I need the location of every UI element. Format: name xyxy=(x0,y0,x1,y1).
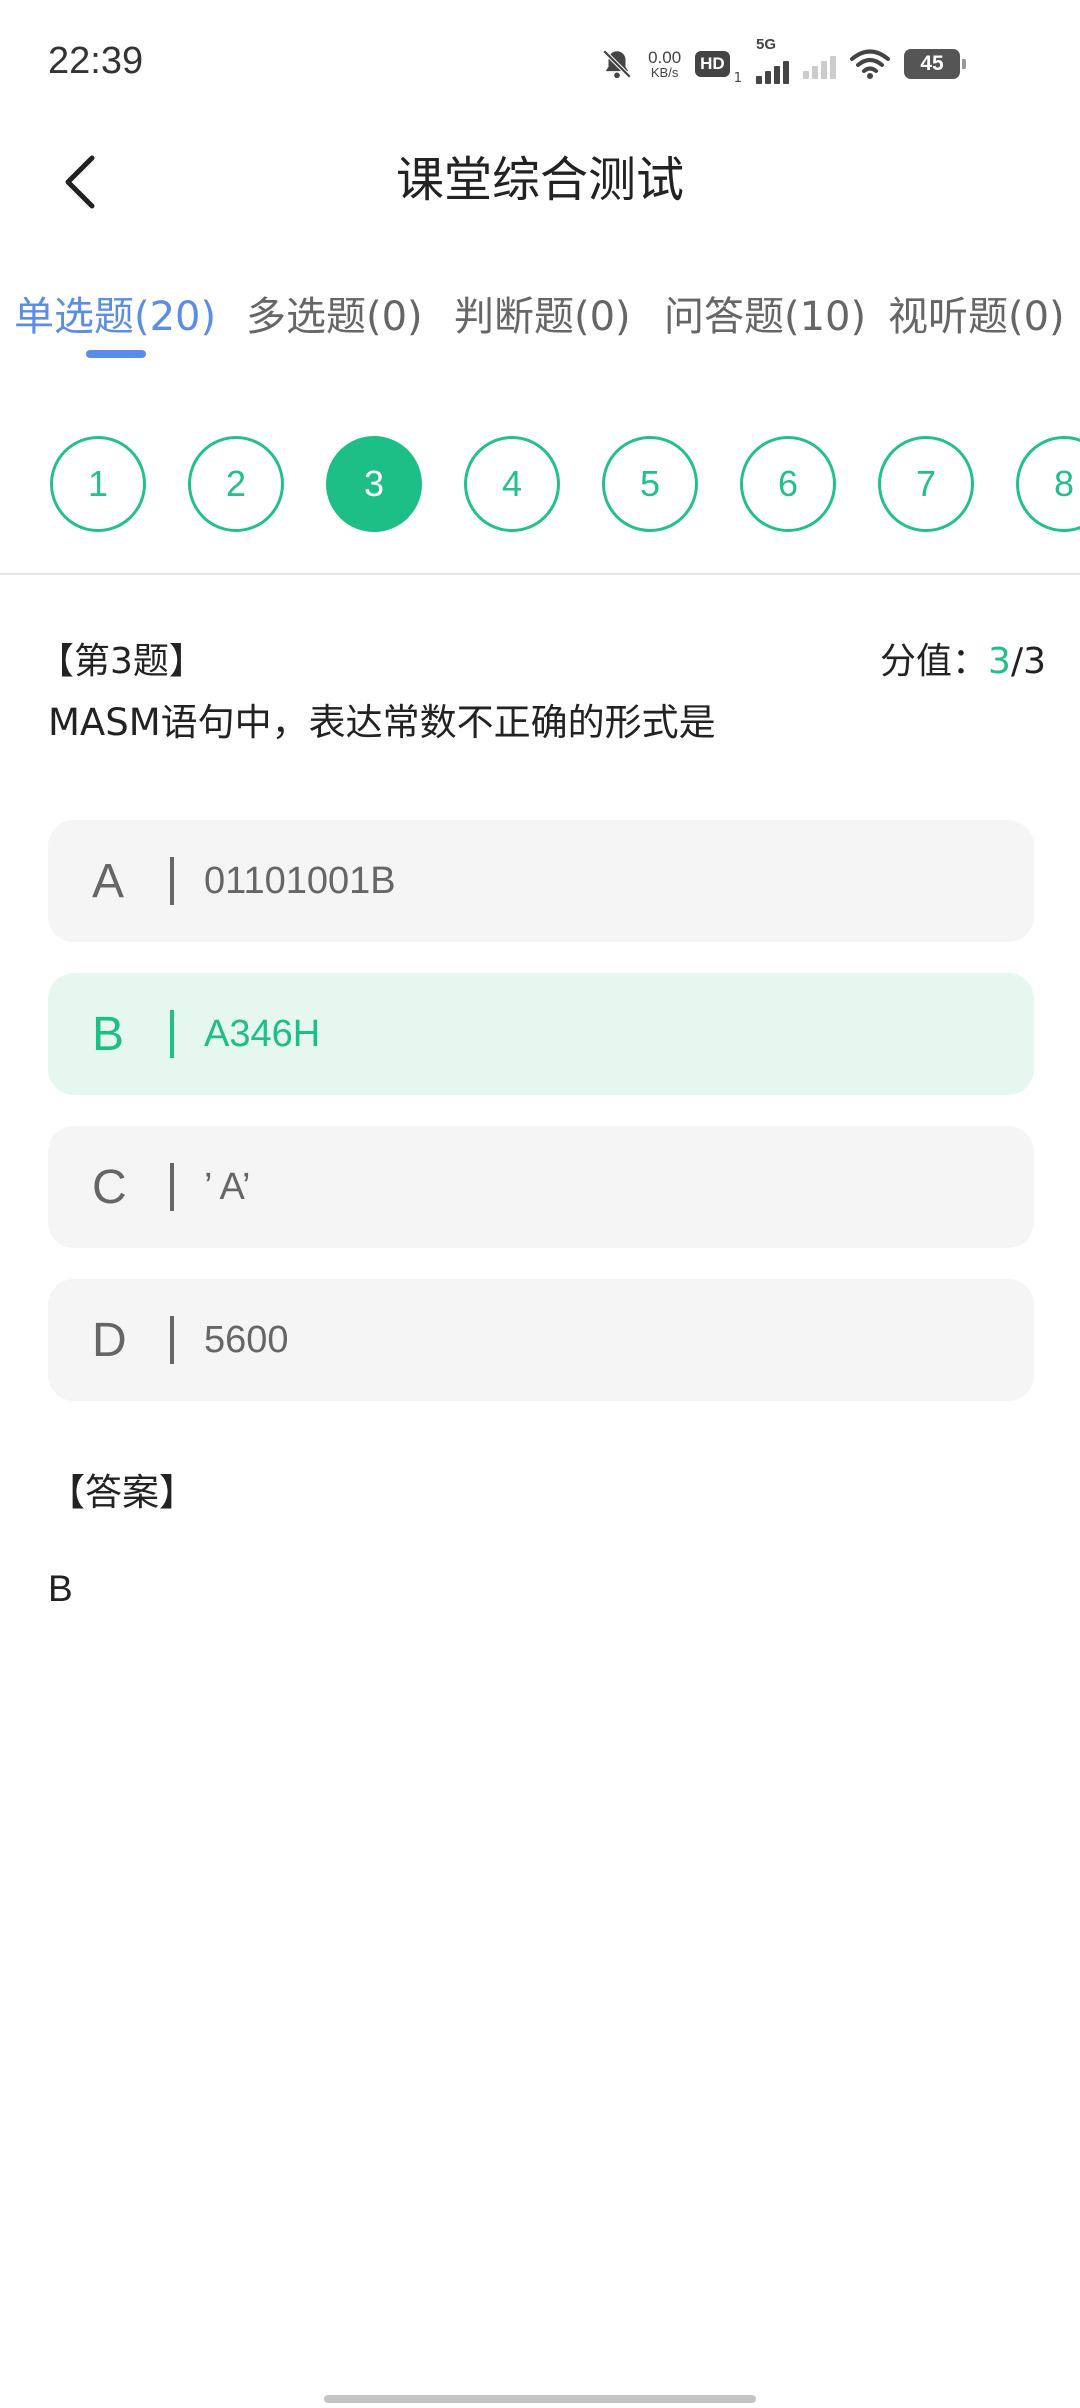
net-speed-value: 0.00 xyxy=(648,48,682,67)
answer-label: 【答案】 xyxy=(48,1471,196,1514)
score-prefix: 分值： xyxy=(880,641,989,682)
active-tab-indicator xyxy=(86,350,146,358)
status-time: 22:39 xyxy=(48,40,144,82)
score-obtained: 3 xyxy=(988,641,1011,682)
option-text: 01101001B xyxy=(204,859,396,902)
tab-true-false[interactable]: 判断题(0) xyxy=(454,284,631,342)
status-icons: 0.00 KB/s HD 1 5G 45 xyxy=(600,36,966,86)
header: 课堂综合测试 xyxy=(0,130,1080,260)
option-separator xyxy=(170,1010,174,1058)
option-letter: C xyxy=(92,1160,127,1214)
option-text: ’ A’ xyxy=(204,1165,251,1208)
option-separator xyxy=(170,1163,174,1211)
battery-icon: 45 xyxy=(904,44,966,84)
mute-bell-icon xyxy=(600,44,634,84)
option-letter: B xyxy=(92,1007,125,1061)
option-separator xyxy=(170,857,174,905)
hd-icon: HD xyxy=(695,44,730,84)
net-speed-unit: KB/s xyxy=(650,65,679,80)
answer-value: B xyxy=(48,1568,73,1609)
network-label: 5G xyxy=(756,36,777,53)
question-number-1[interactable]: 1 xyxy=(50,436,146,532)
question-number-label: 【第3题】 xyxy=(38,641,205,682)
option-letter: A xyxy=(92,854,125,908)
option-a[interactable]: A 01101001B xyxy=(48,820,1034,942)
score-total: /3 xyxy=(1010,641,1046,682)
question-score: 分值：3/3 xyxy=(880,632,1046,684)
option-b[interactable]: B A346H xyxy=(48,973,1034,1095)
wifi-icon xyxy=(850,44,890,84)
5g-signal-icon: 5G xyxy=(756,36,789,84)
option-letter: D xyxy=(92,1313,127,1367)
divider xyxy=(0,573,1080,575)
question-number-4[interactable]: 4 xyxy=(464,436,560,532)
status-bar: 22:39 0.00 KB/s HD 1 5G 45 xyxy=(0,0,1080,130)
tab-multiple-choice[interactable]: 多选题(0) xyxy=(246,284,423,342)
hd-badge: HD xyxy=(695,51,730,77)
page-title: 课堂综合测试 xyxy=(395,152,684,208)
question-text: MASM语句中，表达常数不正确的形式是 xyxy=(48,701,716,744)
battery-level: 45 xyxy=(904,49,966,79)
tab-essay[interactable]: 问答题(10) xyxy=(664,284,866,342)
question-number-3[interactable]: 3 xyxy=(326,436,422,532)
option-c[interactable]: C ’ A’ xyxy=(48,1126,1034,1248)
question-type-tabs: 单选题(20) 多选题(0) 判断题(0) 问答题(10) 视听题(0) xyxy=(0,270,1080,370)
question-number-6[interactable]: 6 xyxy=(740,436,836,532)
question-number-row[interactable]: 1 2 3 4 5 6 7 8 xyxy=(0,436,1080,536)
question-number-7[interactable]: 7 xyxy=(878,436,974,532)
option-d[interactable]: D 5600 xyxy=(48,1279,1034,1401)
question-number-2[interactable]: 2 xyxy=(188,436,284,532)
hd-sub-label: 1 xyxy=(733,71,742,86)
signal-icon xyxy=(803,44,836,84)
net-speed: 0.00 KB/s xyxy=(648,44,681,84)
question-number-8[interactable]: 8 xyxy=(1016,436,1080,532)
home-indicator[interactable] xyxy=(324,2395,756,2403)
question-number-5[interactable]: 5 xyxy=(602,436,698,532)
tab-single-choice[interactable]: 单选题(20) xyxy=(14,284,216,342)
option-separator xyxy=(170,1316,174,1364)
option-text: 5600 xyxy=(204,1318,289,1361)
option-text: A346H xyxy=(204,1012,321,1055)
tab-audiovisual[interactable]: 视听题(0) xyxy=(888,284,1065,342)
